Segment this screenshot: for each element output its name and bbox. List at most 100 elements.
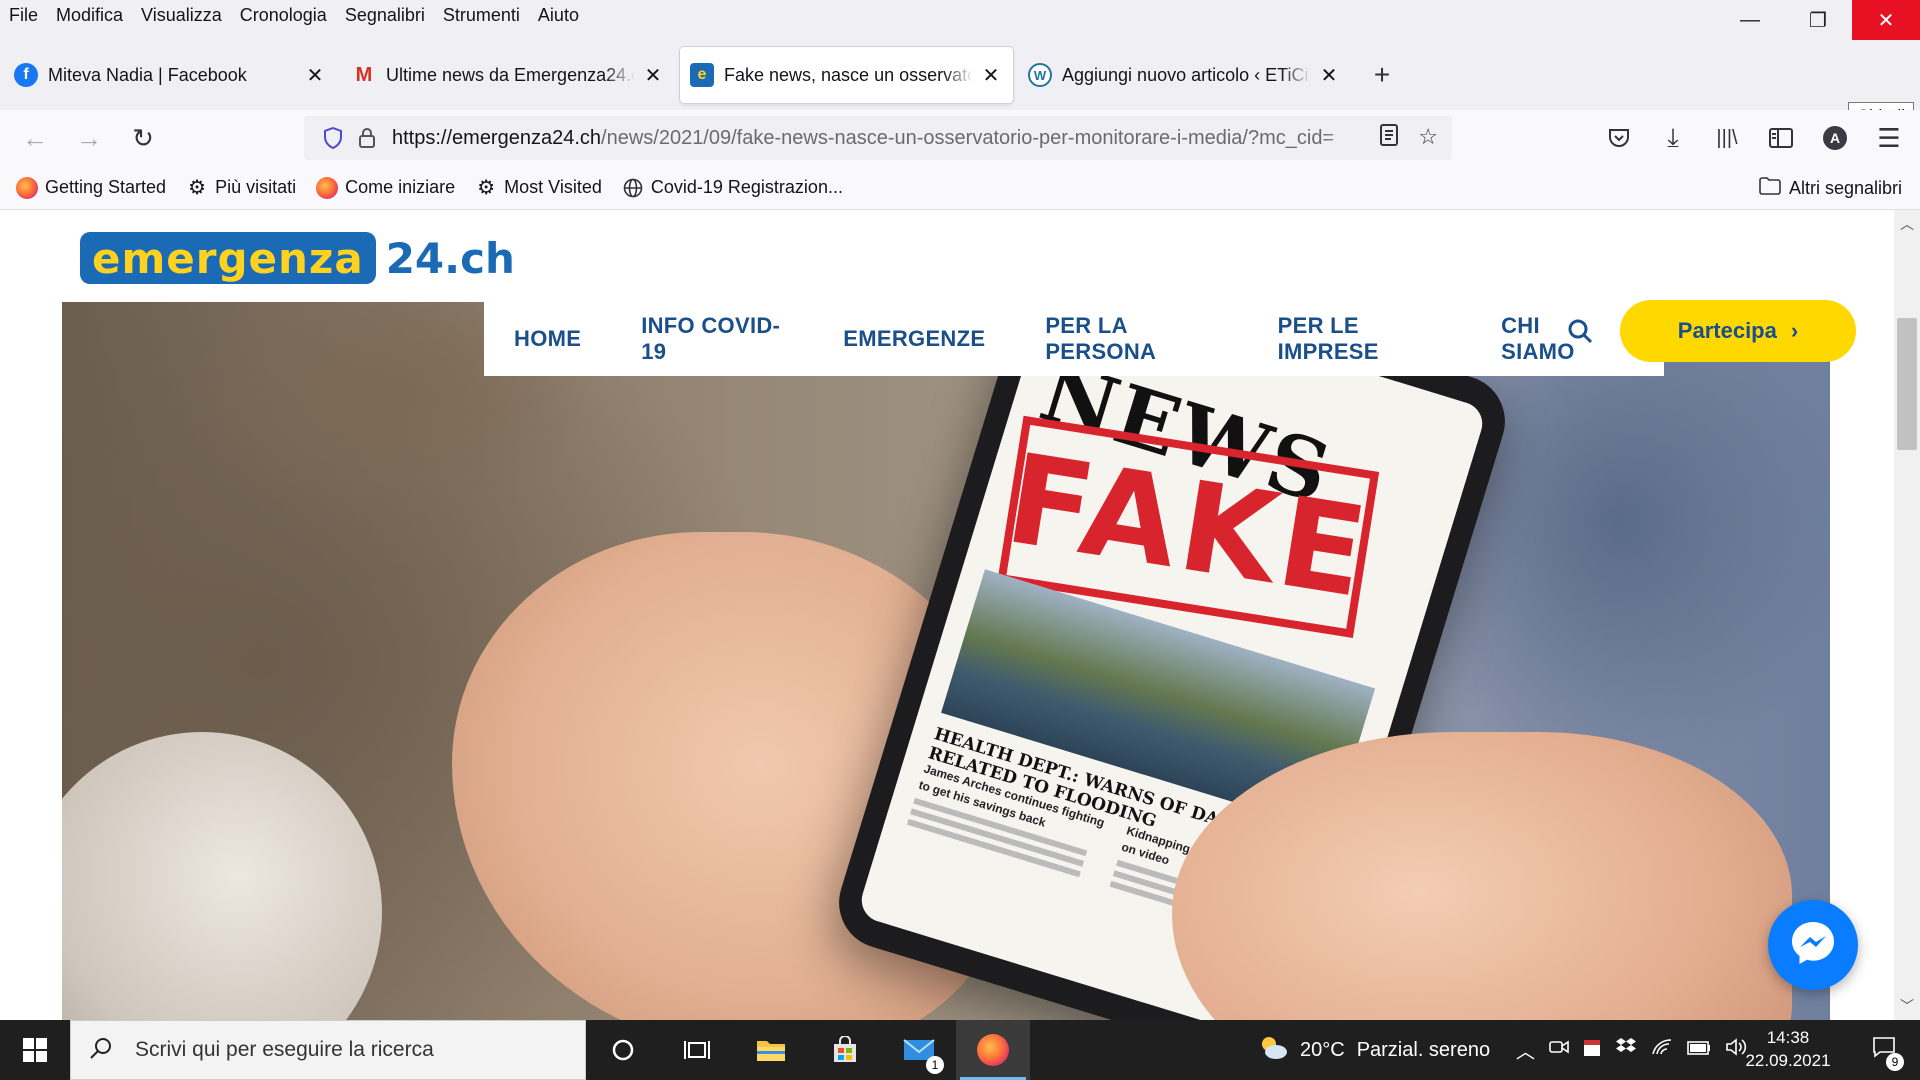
- cortana-button[interactable]: [586, 1020, 660, 1080]
- web-content: NEWS FAKE HEALTH DEPT.: WARNS OF DANGERS…: [0, 210, 1920, 1020]
- messenger-icon: [1788, 918, 1838, 973]
- tab-facebook[interactable]: f Miteva Nadia | Facebook ✕: [4, 47, 337, 103]
- meet-now-icon[interactable]: [1549, 1038, 1569, 1062]
- back-button[interactable]: ←: [8, 118, 62, 158]
- pocket-icon[interactable]: [1592, 118, 1646, 158]
- lock-icon[interactable]: [350, 127, 384, 149]
- tab-wordpress[interactable]: W Aggiungi nuovo articolo ‹ ETiCin ✕: [1018, 47, 1351, 103]
- taskbar-clock[interactable]: 14:38 22.09.2021: [1732, 1020, 1844, 1080]
- tab-close-icon[interactable]: ✕: [641, 63, 665, 88]
- nav-per-la-persona[interactable]: PER LA PERSONA: [1045, 313, 1217, 365]
- bookmark-most-visited[interactable]: ⚙ Most Visited: [475, 177, 602, 199]
- notification-count: 9: [1886, 1052, 1904, 1071]
- tab-gmail[interactable]: M Ultime news da Emergenza24.ch ✕: [342, 47, 675, 103]
- reload-button[interactable]: ↻: [116, 118, 170, 158]
- tab-title: Ultime news da Emergenza24.ch: [386, 64, 635, 85]
- tab-title: Aggiungi nuovo articolo ‹ ETiCin: [1062, 64, 1311, 85]
- nav-home[interactable]: HOME: [514, 326, 581, 352]
- restore-button[interactable]: ❐: [1784, 0, 1852, 40]
- other-bookmarks-label: Altri segnalibri: [1788, 177, 1902, 198]
- menu-file[interactable]: File: [0, 5, 47, 26]
- hamburger-menu-icon[interactable]: ☰: [1862, 118, 1916, 158]
- mail-icon[interactable]: 1: [882, 1020, 956, 1080]
- account-button[interactable]: A: [1808, 118, 1862, 158]
- start-button[interactable]: [0, 1020, 70, 1080]
- tracking-protection-icon[interactable]: [316, 127, 350, 149]
- mail-badge: 1: [926, 1056, 944, 1074]
- system-tray: ︿: [1516, 1020, 1747, 1080]
- nav-info-covid[interactable]: INFO COVID-19: [641, 313, 783, 365]
- tab-title: Miteva Nadia | Facebook: [48, 64, 247, 85]
- partecipa-button[interactable]: Partecipa ›: [1620, 300, 1856, 362]
- bookmark-star-icon[interactable]: ☆: [1418, 124, 1438, 152]
- menu-visualizza[interactable]: Visualizza: [132, 5, 231, 26]
- scroll-down-icon[interactable]: ﹀: [1894, 996, 1920, 1016]
- nav-emergenze[interactable]: EMERGENZE: [843, 326, 985, 352]
- reader-view-icon[interactable]: [1380, 124, 1399, 152]
- dropbox-icon[interactable]: [1615, 1037, 1637, 1063]
- new-tab-button[interactable]: +: [1362, 59, 1402, 91]
- site-header: emergenza 24.ch: [0, 210, 1920, 302]
- site-search-icon[interactable]: [1567, 318, 1593, 351]
- bookmark-label: Più visitati: [215, 177, 297, 197]
- menu-strumenti[interactable]: Strumenti: [434, 5, 529, 26]
- task-view-button[interactable]: [660, 1020, 734, 1080]
- bookmark-getting-started[interactable]: Getting Started: [16, 176, 166, 199]
- gmail-icon: M: [355, 63, 373, 86]
- menu-segnalibri[interactable]: Segnalibri: [336, 5, 434, 26]
- weather-temp: 20°C: [1300, 1038, 1345, 1061]
- scrollbar-thumb[interactable]: [1897, 318, 1917, 450]
- taskbar-search[interactable]: Scrivi qui per eseguire la ricerca: [70, 1020, 586, 1080]
- forward-button[interactable]: →: [62, 118, 116, 158]
- bookmark-label: Come iniziare: [345, 177, 456, 197]
- tab-close-icon[interactable]: ✕: [303, 63, 327, 88]
- minimize-button[interactable]: —: [1716, 0, 1784, 40]
- url-bar[interactable]: https://emergenza24.ch/news/2021/09/fake…: [304, 116, 1452, 160]
- menu-cronologia[interactable]: Cronologia: [231, 5, 336, 26]
- downloads-icon[interactable]: ⤓: [1646, 118, 1700, 158]
- calendar-app-icon[interactable]: [1583, 1037, 1601, 1063]
- wifi-icon[interactable]: [1651, 1038, 1673, 1062]
- windows-taskbar: Scrivi qui per eseguire la ricerca 1 20°…: [0, 1020, 1920, 1080]
- firefox-taskbar-icon[interactable]: [956, 1020, 1030, 1080]
- url-text[interactable]: https://emergenza24.ch/news/2021/09/fake…: [392, 127, 1362, 150]
- close-window-button[interactable]: ✕: [1852, 0, 1920, 40]
- sidebar-icon[interactable]: [1754, 118, 1808, 158]
- menu-modifica[interactable]: Modifica: [47, 5, 132, 26]
- clock-date: 22.09.2021: [1745, 1051, 1831, 1070]
- weather-widget[interactable]: 20°C Parzial. sereno: [1258, 1020, 1490, 1080]
- menu-aiuto[interactable]: Aiuto: [529, 5, 588, 26]
- weather-partly-cloudy-icon: [1258, 1034, 1288, 1066]
- facebook-icon: f: [14, 63, 38, 87]
- tab-close-icon[interactable]: ✕: [979, 63, 1003, 88]
- bookmark-come-iniziare[interactable]: Come iniziare: [316, 176, 456, 199]
- bookmarks-bar: Getting Started ⚙ Più visitati Come inizi…: [0, 166, 1920, 210]
- hero-sleeve: [62, 732, 382, 1020]
- menu-bar: File Modifica Visualizza Cronologia Segn…: [0, 0, 1920, 30]
- url-path: /news/2021/09/fake-news-nasce-un-osserva…: [601, 126, 1335, 149]
- action-center-button[interactable]: 9: [1848, 1020, 1920, 1080]
- battery-icon[interactable]: [1687, 1039, 1711, 1061]
- site-logo[interactable]: emergenza 24.ch: [80, 232, 515, 284]
- emergenza24-icon: e: [690, 63, 714, 87]
- tab-strip: f Miteva Nadia | Facebook ✕ M Ultime new…: [0, 40, 1920, 130]
- other-bookmarks[interactable]: Altri segnalibri: [1759, 166, 1902, 210]
- tab-close-icon[interactable]: ✕: [1317, 63, 1341, 88]
- tab-fake-news[interactable]: e Fake news, nasce un osservatorio ✕: [680, 47, 1013, 103]
- chevron-up-icon[interactable]: ︿: [1516, 1037, 1535, 1064]
- tab-title: Fake news, nasce un osservatorio: [724, 64, 973, 85]
- bookmark-piu-visitati[interactable]: ⚙ Più visitati: [186, 177, 296, 199]
- scroll-up-icon[interactable]: ︿: [1894, 214, 1920, 234]
- weather-text: Parzial. sereno: [1356, 1038, 1491, 1061]
- bookmark-covid-registrazione[interactable]: Covid-19 Registrazion...: [622, 177, 843, 199]
- messenger-chat-button[interactable]: [1768, 900, 1858, 990]
- store-icon[interactable]: [808, 1020, 882, 1080]
- bookmark-label: Covid-19 Registrazion...: [650, 177, 843, 197]
- nav-per-le-imprese[interactable]: PER LE IMPRESE: [1278, 313, 1441, 365]
- window-controls: — ❐ ✕: [1716, 0, 1920, 40]
- gear-icon: ⚙: [188, 177, 207, 199]
- library-icon[interactable]: |||\: [1700, 118, 1754, 158]
- site-navigation: HOME INFO COVID-19 EMERGENZE PER LA PERS…: [484, 302, 1664, 376]
- page-scrollbar[interactable]: ︿ ﹀: [1894, 210, 1920, 1020]
- file-explorer-icon[interactable]: [734, 1020, 808, 1080]
